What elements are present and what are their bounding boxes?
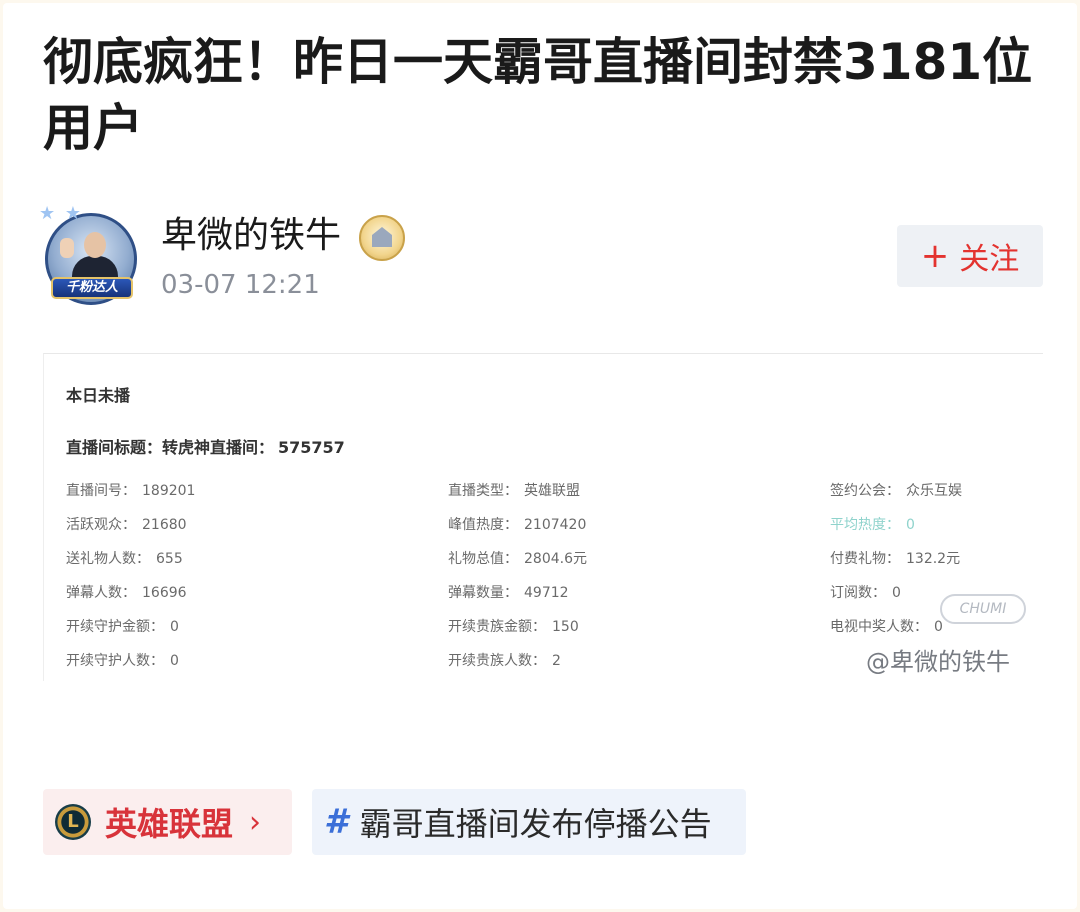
stat-guild: 签约公会： 众乐互娱 bbox=[830, 483, 962, 499]
stat-room-id: 直播间号： 189201 bbox=[66, 483, 196, 499]
chevron-right-icon: › bbox=[249, 804, 262, 840]
stat-guard-amount: 开续守护金额： 0 bbox=[66, 619, 179, 635]
stat-gift-senders: 送礼物人数： 655 bbox=[66, 551, 183, 567]
follow-button[interactable]: + 关注 bbox=[897, 225, 1043, 287]
stat-guard-count: 开续守护人数： 0 bbox=[66, 653, 179, 669]
post-time: 03-07 12:21 bbox=[161, 270, 320, 300]
watermark-logo: CHUMI bbox=[940, 594, 1026, 624]
stat-noble-amount: 开续贵族金额： 150 bbox=[448, 619, 579, 635]
follow-label: 关注 bbox=[959, 242, 1020, 277]
topic-tag-label: 英雄联盟 bbox=[105, 805, 234, 843]
author-avatar[interactable]: ★ ★ 千粉达人 bbox=[39, 203, 137, 305]
post-card: 彻底疯狂！昨日一天霸哥直播间封禁3181位用户 ★ ★ 千粉达人 卑微的铁牛 0… bbox=[3, 3, 1077, 909]
hashtag-topic[interactable]: # 霸哥直播间发布停播公告 bbox=[312, 789, 746, 855]
stat-noble-count: 开续贵族人数： 2 bbox=[448, 653, 561, 669]
stream-status: 本日未播 bbox=[66, 386, 131, 405]
topic-tag-league-of-legends[interactable]: 英雄联盟 › bbox=[43, 789, 292, 855]
stat-active-viewers: 活跃观众： 21680 bbox=[66, 517, 187, 533]
stat-avg-heat: 平均热度： 0 bbox=[830, 517, 915, 533]
league-of-legends-icon bbox=[55, 804, 91, 840]
stat-danmaku-count: 弹幕数量： 49712 bbox=[448, 585, 569, 601]
stats-screenshot[interactable]: 本日未播 直播间标题：转虎神直播间： 575757 直播间号： 189201 活跃观… bbox=[43, 353, 1043, 681]
verified-house-shape bbox=[372, 227, 392, 247]
avatar-hand bbox=[60, 238, 74, 258]
stat-subscriptions: 订阅数： 0 bbox=[830, 585, 901, 601]
stat-tv-winners: 电视中奖人数： 0 bbox=[830, 619, 943, 635]
verified-badge-icon bbox=[359, 215, 405, 261]
plus-icon: + bbox=[920, 236, 950, 276]
watermark-text: @卑微的铁牛 bbox=[866, 648, 1010, 676]
fan-badge: 千粉达人 bbox=[51, 277, 133, 299]
stat-paid-gifts: 付费礼物： 132.2元 bbox=[830, 551, 961, 567]
avatar-stars-icon: ★ ★ bbox=[39, 203, 83, 224]
stat-danmaku-users: 弹幕人数： 16696 bbox=[66, 585, 187, 601]
avatar-person-head bbox=[84, 232, 106, 258]
post-title[interactable]: 彻底疯狂！昨日一天霸哥直播间封禁3181位用户 bbox=[43, 29, 1033, 161]
stat-gift-total: 礼物总值： 2804.6元 bbox=[448, 551, 587, 567]
stat-peak-heat: 峰值热度： 2107420 bbox=[448, 517, 587, 533]
hashtag-icon: # bbox=[324, 802, 348, 842]
stat-stream-type: 直播类型： 英雄联盟 bbox=[448, 483, 580, 499]
author-name[interactable]: 卑微的铁牛 bbox=[161, 211, 341, 261]
hashtag-label: 霸哥直播间发布停播公告 bbox=[359, 805, 712, 843]
stream-title-value: 575757 bbox=[278, 438, 345, 457]
stream-title-label: 直播间标题：转虎神直播间： bbox=[66, 438, 275, 457]
stream-title: 直播间标题：转虎神直播间： 575757 bbox=[66, 434, 345, 458]
